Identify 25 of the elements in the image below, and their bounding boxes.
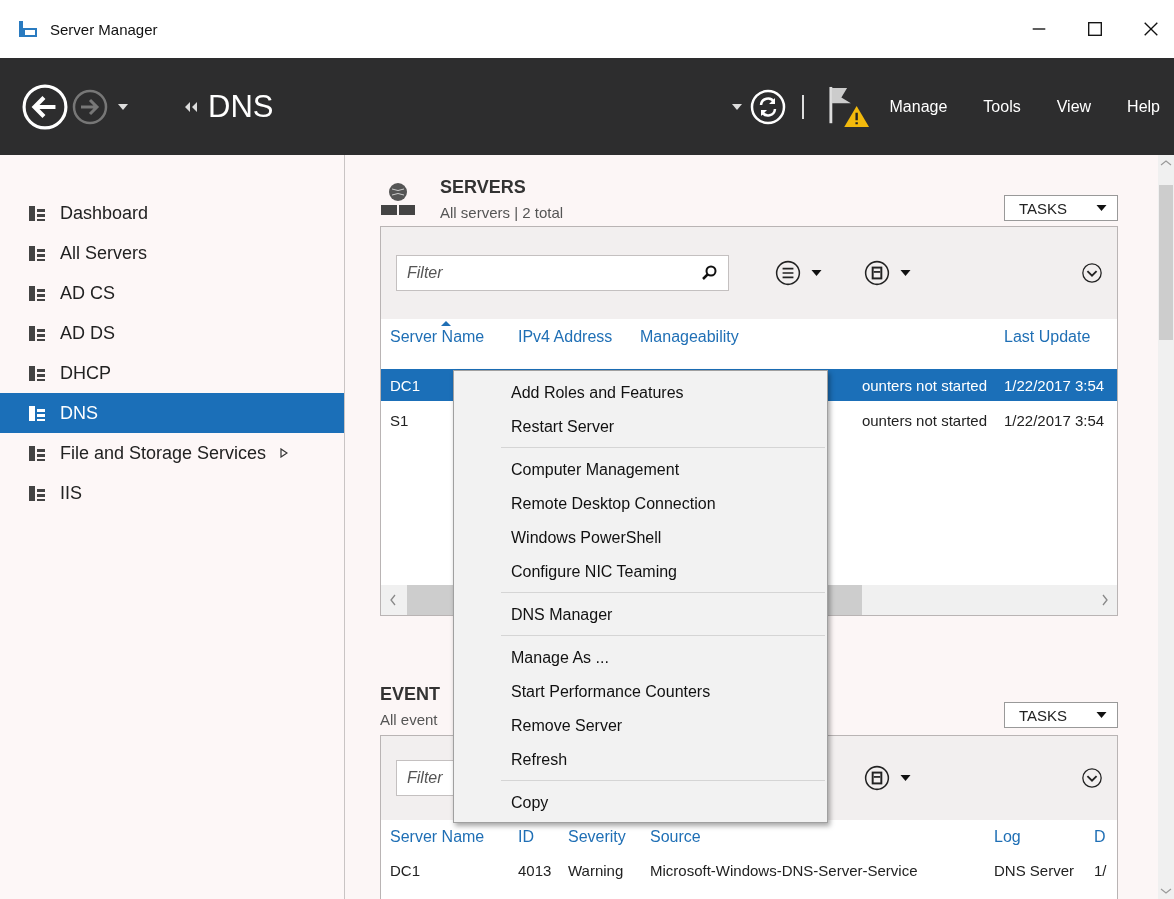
- sidebar-label: All Servers: [60, 242, 148, 264]
- section-subtitle: All event: [380, 711, 439, 728]
- table-cell: ounters not started: [861, 376, 987, 394]
- section-title: EVENT: [380, 684, 440, 705]
- section-title: SERVERS: [440, 177, 527, 198]
- sidebar-label: Dashboard: [60, 202, 149, 224]
- table-cell-text: Microsoft-Windows-DNS-Server-Service: [649, 861, 919, 879]
- window-title: Server Manager: [50, 20, 158, 38]
- table-cell-text: DC1: [389, 861, 421, 879]
- sidebar-label: AD DS: [60, 322, 115, 344]
- table-cell-text: Warning: [567, 861, 625, 879]
- sidebar-label: IIS: [60, 482, 82, 504]
- sidebar-label: DNS: [60, 402, 98, 424]
- sidebar-label: File and Storage Services: [60, 442, 267, 464]
- section-subtitle: All servers | 2 total: [440, 204, 564, 221]
- sidebar-label: DHCP: [60, 362, 111, 384]
- table-cell: 1/22/2017 3:54: [1004, 376, 1105, 394]
- sidebar-label: AD CS: [60, 282, 115, 304]
- table-cell-text: 1/: [1093, 861, 1108, 879]
- table-cell: DC1: [390, 376, 420, 394]
- table-cell: ounters not started: [861, 411, 987, 429]
- table-cell-text: DNS Server: [993, 861, 1076, 879]
- breadcrumb: DNS: [208, 88, 274, 125]
- table-cell: 1/22/2017 3:54: [1004, 411, 1105, 429]
- table-cell-text: 4013: [517, 861, 553, 879]
